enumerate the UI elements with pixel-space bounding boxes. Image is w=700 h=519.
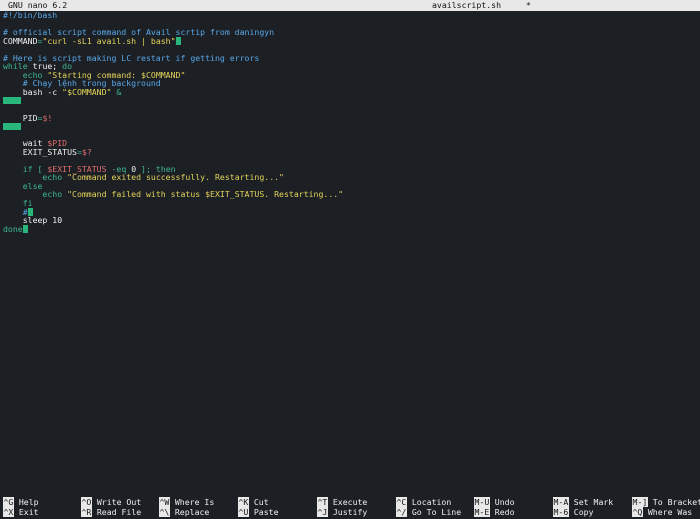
shortcut-key: ^R — [81, 506, 92, 517]
code-line[interactable]: # Here is script making LC restart if ge… — [3, 53, 697, 63]
shortcut-key: M-6 — [553, 506, 569, 517]
shortcut-key: ^T — [317, 497, 328, 507]
shortcut-undo[interactable]: M-U Undo — [474, 497, 515, 507]
shortcut-label: Write Out — [96, 497, 142, 507]
shortcut-label: Redo — [494, 506, 515, 517]
shortcut-set-mark[interactable]: M-A Set Mark — [553, 497, 613, 507]
shortcut-key: M-A — [553, 497, 569, 507]
code-line[interactable]: sleep 10 — [3, 216, 697, 225]
text-cursor — [175, 36, 181, 45]
code-line[interactable]: #!/bin/bash — [3, 11, 697, 20]
shortcut-key: ^\ — [159, 506, 170, 517]
modified-indicator: * — [526, 0, 531, 10]
code-line[interactable] — [3, 96, 697, 105]
code-token: #!/bin/bash — [3, 10, 58, 20]
code-token: $! — [42, 112, 53, 123]
shortcut-label: Read File — [96, 506, 142, 517]
code-line[interactable]: fi — [3, 199, 697, 208]
shortcut-label: Justify — [332, 506, 368, 517]
shortcut-key: ^U — [238, 506, 249, 517]
shortcut-go-to-line[interactable]: ^/ Go To Line — [396, 506, 462, 517]
code-token: $? — [81, 146, 92, 157]
shortcut-exit[interactable]: ^X Exit — [3, 506, 39, 517]
code-token: COMMAND — [3, 35, 38, 46]
shortcut-help[interactable]: ^G Help — [3, 497, 39, 507]
code-token: "$COMMAND" — [62, 86, 112, 97]
code-line[interactable] — [3, 105, 697, 114]
code-line[interactable] — [3, 131, 697, 140]
trailing-whitespace-marker — [3, 123, 21, 131]
shortcut-write-out[interactable]: ^O Write Out — [81, 497, 141, 507]
shortcut-where-is[interactable]: ^W Where Is — [159, 497, 214, 507]
shortcut-cut[interactable]: ^K Cut — [238, 497, 269, 507]
shortcut-key: ^X — [3, 506, 14, 517]
code-token: & — [111, 86, 122, 97]
code-line[interactable]: EXIT_STATUS=$? — [3, 146, 697, 157]
shortcut-replace[interactable]: ^\ Replace — [159, 506, 210, 517]
shortcut-label: Set Mark — [573, 497, 614, 507]
shortcut-label: Cut — [253, 497, 269, 507]
code-line[interactable]: done — [3, 223, 697, 234]
shortcut-key: ^K — [238, 497, 249, 507]
code-line[interactable]: wait $PID — [3, 139, 697, 148]
shortcut-key: ^W — [159, 497, 170, 507]
shortcut-label: Copy — [573, 506, 594, 517]
shortcut-read-file[interactable]: ^R Read File — [81, 506, 142, 517]
shortcut-location[interactable]: ^C Location — [396, 497, 451, 507]
text-cursor — [22, 224, 28, 233]
code-token: "Command exited successfully. Restarting… — [67, 172, 284, 183]
shortcut-label: Location — [411, 497, 452, 507]
shortcut-where-was[interactable]: ^Q Where Was — [632, 506, 693, 517]
code-line[interactable]: echo "Command failed with status $EXIT_S… — [3, 190, 697, 199]
code-token: bash -c — [3, 86, 63, 97]
shortcut-execute[interactable]: ^T Execute — [317, 497, 367, 507]
code-token: "curl -sL1 avail.sh | bash" — [42, 35, 176, 46]
shortcut-key: ^C — [396, 497, 407, 507]
shortcut-key: ^G — [3, 497, 14, 507]
shortcut-copy[interactable]: M-6 Copy — [553, 506, 594, 517]
shortcut-key: ^J — [317, 506, 328, 517]
code-line[interactable]: PID=$! — [3, 112, 697, 123]
code-token: "Command failed with status $EXIT_STATUS… — [67, 189, 344, 200]
code-line[interactable]: bash -c "$COMMAND" & — [3, 88, 697, 97]
code-line[interactable]: COMMAND="curl -sL1 avail.sh | bash" — [3, 35, 697, 46]
editor-area[interactable]: #!/bin/bash # official script command of … — [3, 11, 697, 233]
shortcut-key: ^Q — [632, 506, 643, 517]
shortcut-to-bracket[interactable]: M-] To Bracket — [632, 497, 700, 507]
code-token: done — [3, 223, 23, 234]
shortcut-label: Exit — [18, 506, 39, 517]
shortcut-key: M-U — [474, 497, 490, 507]
shortcut-justify[interactable]: ^J Justify — [317, 506, 368, 517]
title-bar: GNU nano 6.2 availscript.sh * — [0, 0, 700, 11]
shortcut-label: Execute — [332, 497, 368, 507]
trailing-whitespace-marker — [3, 97, 21, 105]
code-line[interactable]: echo "Command exited successfully. Resta… — [3, 173, 697, 182]
code-token: PID — [3, 112, 38, 123]
shortcut-label: Paste — [253, 506, 279, 517]
shortcut-label: Go To Line — [411, 506, 462, 517]
shortcut-key: ^O — [81, 497, 92, 507]
shortcut-label: Help — [18, 497, 39, 507]
shortcut-bar: ^G Help ^X Exit ^O Write Out ^R Read File ^W Wher… — [0, 497, 700, 517]
file-name: availscript.sh — [432, 0, 502, 10]
shortcut-paste[interactable]: ^U Paste — [238, 506, 279, 517]
shortcut-label: Where Is — [174, 497, 215, 507]
shortcut-key: M-] — [632, 497, 648, 507]
shortcut-key: ^/ — [396, 506, 407, 517]
shortcut-label: Where Was — [647, 506, 693, 517]
shortcut-redo[interactable]: M-E Redo — [474, 506, 515, 517]
shortcut-label: Replace — [174, 506, 210, 517]
code-line[interactable]: # — [3, 207, 697, 217]
shortcut-label: Undo — [494, 497, 515, 507]
code-line[interactable] — [3, 122, 697, 131]
shortcut-label: To Bracket — [652, 497, 700, 507]
shortcut-key: M-E — [474, 506, 490, 517]
code-token: EXIT_STATUS — [3, 146, 77, 157]
